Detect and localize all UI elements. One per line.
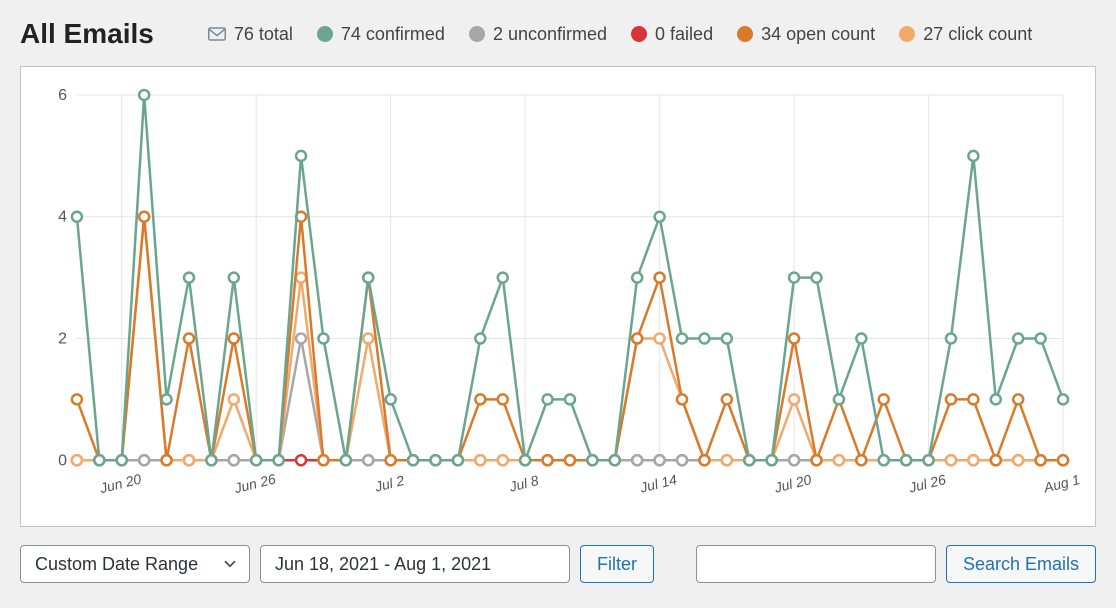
search-input[interactable] [696,545,936,583]
legend-click-count[interactable]: 27 click count [899,24,1032,45]
dot-icon [737,26,753,42]
search-emails-button[interactable]: Search Emails [946,545,1096,583]
dot-icon [631,26,647,42]
svg-text:Jul 2: Jul 2 [372,472,406,495]
date-range-select[interactable]: Custom Date Range [20,545,250,583]
legend-failed-text: 0 failed [655,24,713,45]
dot-icon [317,26,333,42]
legend-unconfirmed[interactable]: 2 unconfirmed [469,24,607,45]
svg-text:2: 2 [58,330,67,347]
svg-text:Jun 20: Jun 20 [97,470,143,496]
legend-open-count-text: 34 open count [761,24,875,45]
svg-text:Jun 26: Jun 26 [232,470,278,496]
legend-open-count[interactable]: 34 open count [737,24,875,45]
svg-text:Jul 14: Jul 14 [637,471,678,496]
svg-text:6: 6 [58,87,67,104]
filter-button[interactable]: Filter [580,545,654,583]
svg-text:Jul 26: Jul 26 [906,471,947,496]
email-chart: 0 2 4 6 Jun 20 Jun 26 Jul 2 Jul 8 Jul 14 Jul 20 Ju… [20,66,1096,527]
legend-total[interactable]: 76 total [208,24,293,45]
svg-text:Jul 20: Jul 20 [772,471,813,496]
dot-icon [469,26,485,42]
svg-text:0: 0 [58,452,67,469]
legend-confirmed-text: 74 confirmed [341,24,445,45]
legend-unconfirmed-text: 2 unconfirmed [493,24,607,45]
svg-text:4: 4 [58,209,67,226]
svg-text:Aug 1: Aug 1 [1041,471,1081,496]
envelope-icon [208,27,226,41]
dot-icon [899,26,915,42]
date-range-input[interactable]: Jun 18, 2021 - Aug 1, 2021 [260,545,570,583]
svg-text:Jul 8: Jul 8 [507,472,541,495]
date-range-value: Jun 18, 2021 - Aug 1, 2021 [275,554,491,575]
chevron-down-icon [221,555,239,573]
legend-confirmed[interactable]: 74 confirmed [317,24,445,45]
page-title: All Emails [20,18,154,50]
legend-click-count-text: 27 click count [923,24,1032,45]
date-range-select-label: Custom Date Range [35,554,198,575]
legend-total-text: 76 total [234,24,293,45]
legend-failed[interactable]: 0 failed [631,24,713,45]
